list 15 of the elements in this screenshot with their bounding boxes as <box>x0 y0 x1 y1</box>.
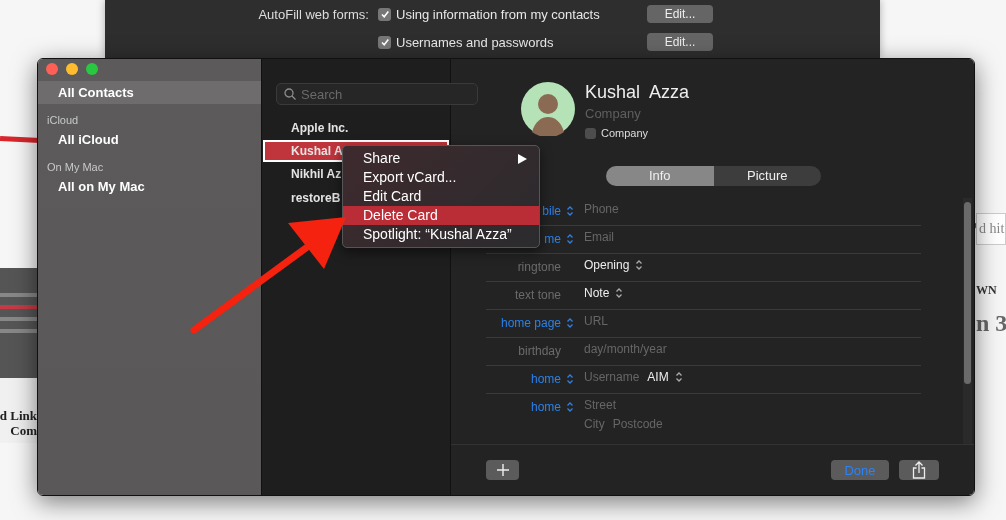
checkbox-label: Usernames and passwords <box>396 34 555 50</box>
checkbox-label: Using information from my contacts <box>396 6 601 22</box>
sidebar-section-header: On My Mac <box>46 160 105 175</box>
background-text: d Link <box>0 408 37 423</box>
checkbox-label: Company <box>601 127 649 139</box>
background-text: d hit <box>976 213 1006 245</box>
background-text: Com <box>10 423 37 438</box>
field-label: birthday <box>518 344 561 358</box>
field-label: text tone <box>514 288 561 302</box>
contact-name: Kushal Azza <box>585 82 690 103</box>
sidebar-section-header: iCloud <box>46 113 80 128</box>
field-label: AutoFill web forms: <box>257 6 370 22</box>
field-label: ringtone <box>517 260 561 274</box>
background-text: n 3 <box>976 310 1006 337</box>
background-text: WN <box>976 283 998 298</box>
